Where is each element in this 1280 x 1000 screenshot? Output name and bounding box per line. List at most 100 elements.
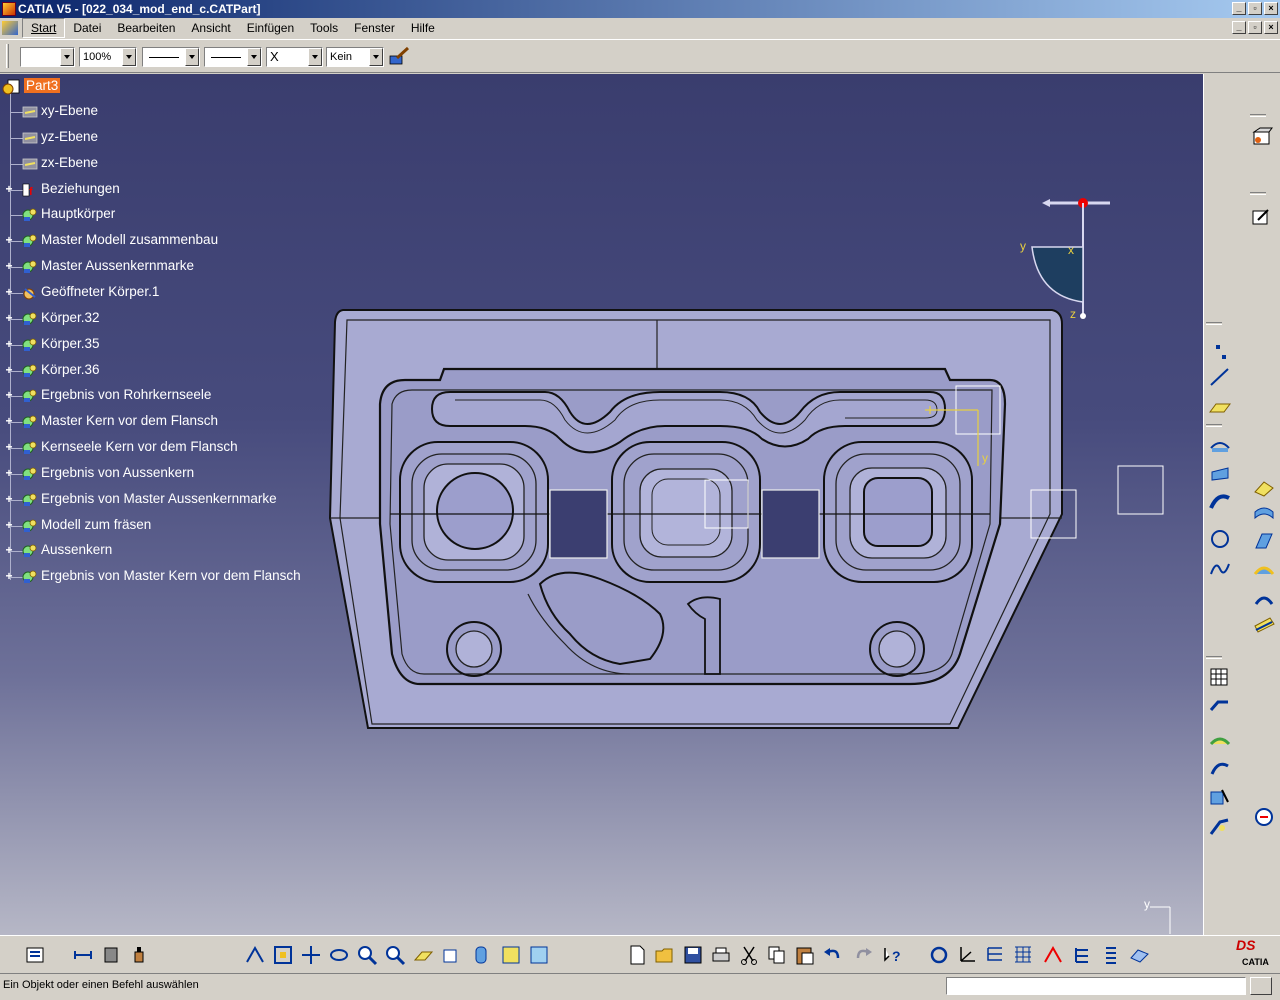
views-icon[interactable] (440, 944, 462, 966)
analysis-icon[interactable] (1252, 806, 1276, 828)
line-type-select[interactable] (142, 47, 200, 67)
line-icon[interactable] (1208, 366, 1232, 388)
doc-close-button[interactable]: × (1264, 21, 1278, 34)
tree-icon[interactable] (984, 944, 1006, 966)
status-bar: Ein Objekt oder einen Befehl auswählen (0, 973, 1280, 1000)
trim-icon[interactable] (1208, 730, 1232, 752)
maximize-button[interactable]: ▫ (1248, 2, 1262, 15)
boundary-icon[interactable] (1252, 588, 1276, 610)
line-weight-select[interactable] (204, 47, 262, 67)
point-type-select[interactable]: X (266, 47, 323, 67)
menu-hilfe[interactable]: Hilfe (403, 19, 443, 37)
axis-system-icon[interactable] (956, 944, 978, 966)
right-toolbar (1203, 74, 1280, 935)
work-support-icon[interactable] (1012, 944, 1034, 966)
snap-icon[interactable] (1042, 944, 1064, 966)
fit-all-icon[interactable] (272, 944, 294, 966)
minimize-button[interactable]: _ (1232, 2, 1246, 15)
menu-datei[interactable]: Datei (65, 19, 109, 37)
point-icon[interactable] (1208, 340, 1232, 362)
paste-icon[interactable] (794, 944, 816, 966)
toolbar-grip[interactable] (6, 44, 9, 68)
normal-view-icon[interactable] (412, 944, 434, 966)
revolve-icon[interactable] (1208, 462, 1232, 484)
compass-y-label: y (1020, 239, 1026, 253)
zoom-select[interactable]: 100% (79, 47, 137, 67)
undo-icon[interactable] (822, 944, 844, 966)
sweep-icon[interactable] (1208, 490, 1232, 512)
tree-node-label: Ergebnis von Master Aussenkernmarke (41, 490, 277, 506)
measure-inertia-icon[interactable] (128, 944, 150, 966)
menu-einfuegen[interactable]: Einfügen (239, 19, 302, 37)
save-icon[interactable] (682, 944, 704, 966)
sketcher-icon[interactable] (1250, 126, 1274, 148)
rotate-icon[interactable] (328, 944, 350, 966)
layer-select[interactable]: Kein (326, 47, 384, 67)
command-input[interactable] (946, 977, 1246, 995)
transform-icon[interactable] (1208, 816, 1232, 838)
new-icon[interactable] (626, 944, 648, 966)
spline-icon[interactable] (1208, 558, 1232, 580)
print-icon[interactable] (710, 944, 732, 966)
color-select[interactable] (20, 47, 75, 67)
doc-maximize-button[interactable]: ▫ (1248, 21, 1262, 34)
blend-icon[interactable] (1252, 530, 1276, 552)
catalog-icon[interactable] (1128, 944, 1150, 966)
hide-show-icon[interactable] (500, 944, 522, 966)
open-icon[interactable] (654, 944, 676, 966)
body-icon (22, 364, 37, 377)
sketch-icon[interactable] (1250, 206, 1274, 228)
command-button[interactable] (1250, 977, 1272, 995)
update-icon[interactable] (928, 944, 950, 966)
standards-icon[interactable] (24, 944, 46, 966)
close-button[interactable]: × (1264, 2, 1278, 15)
menu-bearbeiten[interactable]: Bearbeiten (109, 19, 183, 37)
swap-space-icon[interactable] (528, 944, 550, 966)
menu-tools[interactable]: Tools (302, 19, 346, 37)
window-title: CATIA V5 - [022_034_mod_end_c.CATPart] (18, 2, 261, 16)
zoom-in-icon[interactable] (356, 944, 378, 966)
menu-fenster[interactable]: Fenster (346, 19, 403, 37)
menu-start[interactable]: Start (22, 18, 66, 38)
menu-bar: Start Datei Bearbeiten Ansicht Einfügen … (0, 18, 1280, 38)
whats-this-icon[interactable]: ? (882, 944, 904, 966)
copy-icon[interactable] (766, 944, 788, 966)
open-body-icon (23, 288, 36, 300)
axis-indicator: y (1144, 897, 1171, 934)
painter-icon[interactable] (387, 46, 411, 68)
body-icon (22, 441, 37, 455)
circle-icon[interactable] (1208, 528, 1232, 550)
plane-icon[interactable] (1208, 396, 1232, 418)
surface-icon[interactable] (1252, 614, 1276, 636)
multisection-icon[interactable] (1252, 502, 1276, 524)
document-icon[interactable] (2, 21, 18, 35)
body-icon (22, 312, 37, 325)
specification-tree: Part3 xy-Ebene yz-Ebene zx-Ebene + f Beziehun… (0, 74, 330, 594)
3d-viewport[interactable]: y y x z y Part3 xy-Ebene yz-Ebene zx-Ebene… (0, 74, 1203, 935)
offset-icon[interactable] (1252, 560, 1276, 582)
doc-minimize-button[interactable]: _ (1232, 21, 1246, 34)
extrude-icon[interactable] (1208, 434, 1232, 456)
fly-mode-icon[interactable] (244, 944, 266, 966)
svg-text:f: f (29, 186, 33, 198)
join-icon[interactable] (1208, 696, 1232, 718)
redo-icon[interactable] (852, 944, 874, 966)
measure-item-icon[interactable] (100, 944, 122, 966)
pan-icon[interactable] (300, 944, 322, 966)
compass-icon[interactable]: y x z (1018, 192, 1118, 326)
hierarchy-icon[interactable] (1072, 944, 1094, 966)
zoom-out-icon[interactable] (384, 944, 406, 966)
tree-node-label: Aussenkern (41, 542, 113, 558)
catia-app-icon[interactable] (2, 2, 16, 16)
split-icon[interactable] (1208, 758, 1232, 780)
body-icon (22, 234, 37, 248)
render-style-icon[interactable] (470, 944, 492, 966)
grid-icon[interactable] (1208, 666, 1232, 688)
cut-icon[interactable] (738, 944, 760, 966)
extract-icon[interactable] (1208, 786, 1232, 808)
fill-icon[interactable] (1252, 476, 1276, 498)
measure-icon[interactable] (72, 944, 94, 966)
menu-ansicht[interactable]: Ansicht (183, 19, 238, 37)
list-icon[interactable] (1100, 944, 1122, 966)
relations-icon: f (22, 183, 33, 198)
